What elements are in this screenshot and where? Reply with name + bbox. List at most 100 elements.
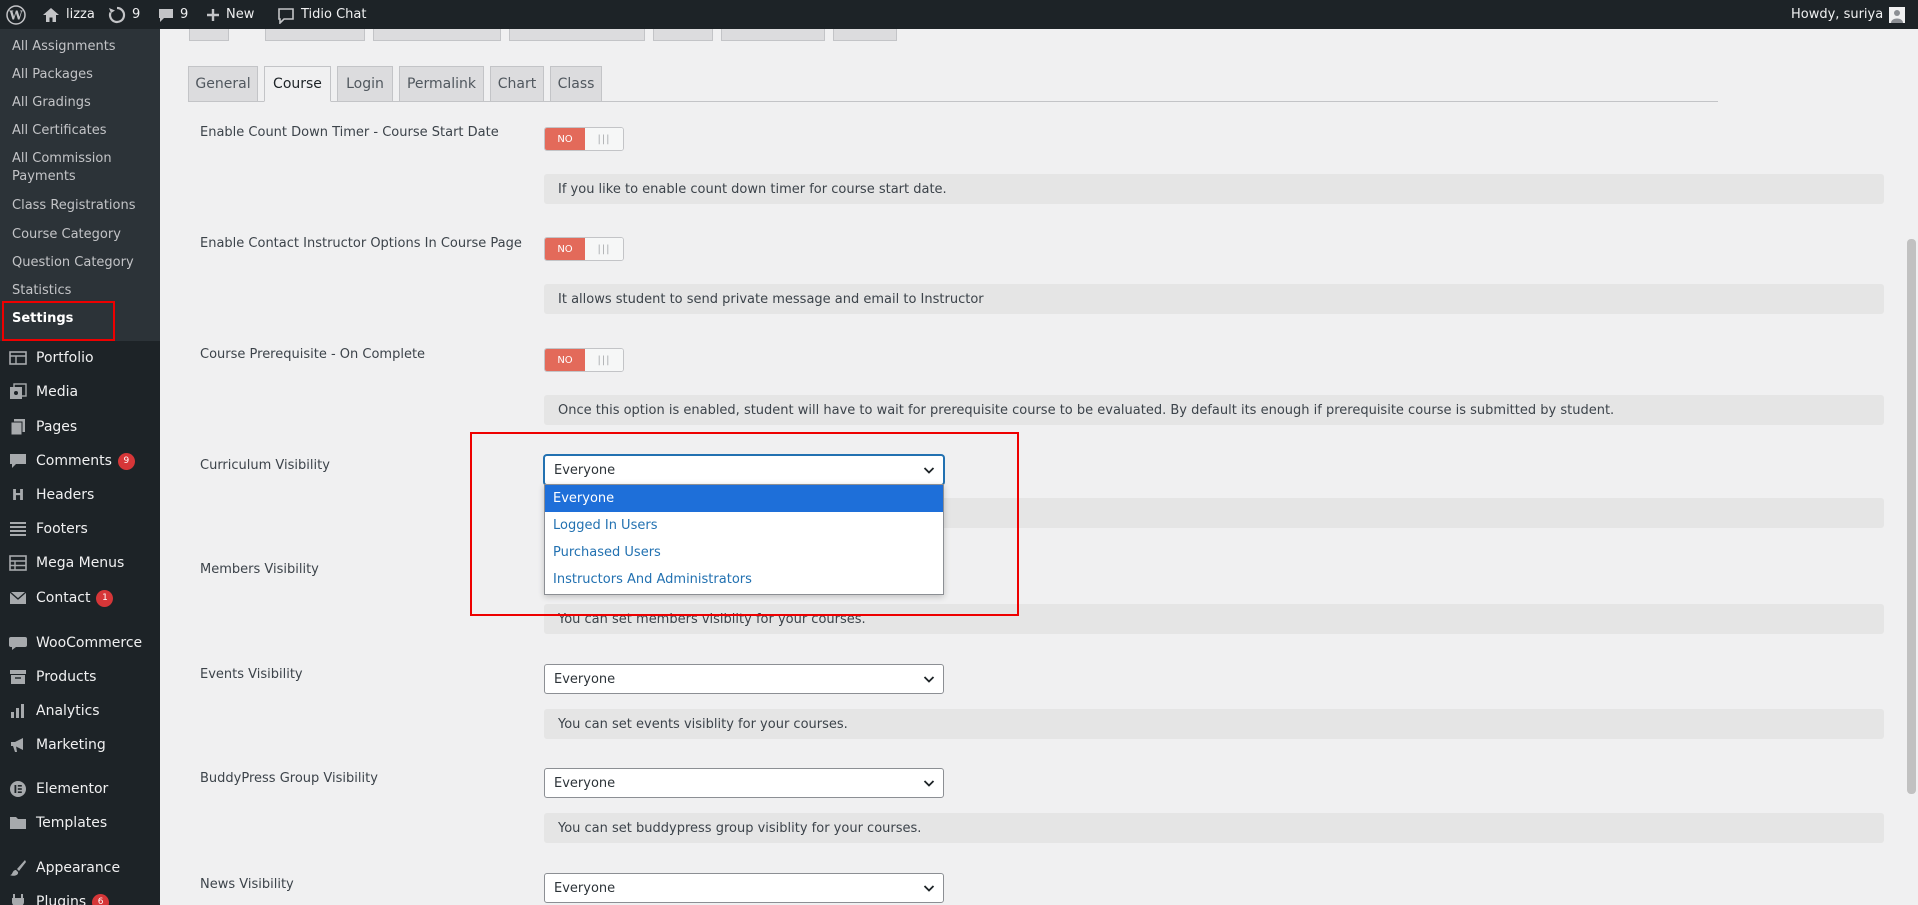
submenu-all-commission-payments[interactable]: All Commission Payments xyxy=(12,150,122,186)
tab-class[interactable]: Class xyxy=(550,66,602,102)
tab-login[interactable]: Login xyxy=(337,66,393,102)
prerequisite-description: Once this option is enabled, student wil… xyxy=(544,395,1884,425)
megaphone-icon xyxy=(8,735,28,755)
submenu-all-gradings[interactable]: All Gradings xyxy=(12,94,152,112)
site-name: lizza xyxy=(66,7,95,22)
news-selected-value: Everyone xyxy=(554,880,616,896)
submenu-course-category[interactable]: Course Category xyxy=(12,226,152,244)
curriculum-visibility-options: Everyone Logged In Users Purchased Users… xyxy=(544,484,944,595)
main-content xyxy=(160,29,1918,905)
option-everyone[interactable]: Everyone xyxy=(545,485,943,512)
submenu-all-assignments[interactable]: All Assignments xyxy=(12,38,152,56)
menu-footers[interactable]: Footers xyxy=(0,512,160,546)
buddypress-visibility-label: BuddyPress Group Visibility xyxy=(200,771,378,786)
woocommerce-icon xyxy=(8,633,28,653)
bar-chart-icon xyxy=(8,701,28,721)
submenu-class-registrations[interactable]: Class Registrations xyxy=(12,197,152,215)
comments-count: 9 xyxy=(180,7,189,22)
headers-icon: H xyxy=(11,486,25,504)
news-visibility-select[interactable]: Everyone xyxy=(544,873,944,903)
menu-separator xyxy=(0,766,160,767)
members-visibility-label: Members Visibility xyxy=(200,562,319,577)
submenu-all-certificates[interactable]: All Certificates xyxy=(12,122,152,140)
comments-link[interactable]: 9 xyxy=(158,0,188,29)
site-name-link[interactable]: lizza xyxy=(42,0,95,29)
new-label: New xyxy=(226,7,255,22)
events-visibility-select[interactable]: Everyone xyxy=(544,664,944,694)
portfolio-icon xyxy=(8,348,28,368)
upper-tab-fragment[interactable] xyxy=(265,29,365,41)
menu-comments[interactable]: Comments 9 xyxy=(0,444,160,478)
upper-tab-fragment[interactable] xyxy=(189,29,229,41)
menu-woocommerce[interactable]: WooCommerce xyxy=(0,626,160,660)
menu-analytics-label: Analytics xyxy=(36,703,100,719)
page-scrollbar[interactable] xyxy=(1905,29,1918,905)
menu-analytics[interactable]: Analytics xyxy=(0,694,160,728)
chevron-down-icon xyxy=(923,673,935,689)
menu-portfolio[interactable]: Portfolio xyxy=(0,341,160,375)
menu-templates[interactable]: Templates xyxy=(0,806,160,840)
menu-plugins-label: Plugins xyxy=(36,894,87,905)
upper-tab-fragment[interactable] xyxy=(509,29,645,41)
footers-icon xyxy=(8,519,28,539)
option-purchased-users[interactable]: Purchased Users xyxy=(545,539,943,566)
prerequisite-label: Course Prerequisite - On Complete xyxy=(200,347,426,362)
menu-products[interactable]: Products xyxy=(0,660,160,694)
admin-bar: W lizza 9 9 New Tidio Chat Howdy, suriya xyxy=(0,0,1918,29)
submenu-settings[interactable]: Settings xyxy=(12,310,152,328)
wordpress-logo-icon[interactable]: W xyxy=(6,0,26,29)
menu-mega-menus[interactable]: Mega Menus xyxy=(0,546,160,580)
tab-general[interactable]: General xyxy=(188,66,258,102)
menu-pages[interactable]: Pages xyxy=(0,410,160,444)
media-icon xyxy=(8,382,28,402)
countdown-timer-toggle[interactable]: NO ||| xyxy=(544,127,624,151)
chevron-down-icon xyxy=(923,777,935,793)
menu-contact[interactable]: Contact 1 xyxy=(0,581,160,615)
menu-elementor[interactable]: Elementor xyxy=(0,772,160,806)
buddypress-selected-value: Everyone xyxy=(554,775,616,791)
curriculum-visibility-select[interactable]: Everyone xyxy=(544,455,944,485)
paintbrush-icon xyxy=(8,858,28,878)
toggle-grip-icon: ||| xyxy=(585,349,623,371)
option-instructors-and-administrators[interactable]: Instructors And Administrators xyxy=(545,566,943,593)
members-visibility-description: You can set members visiblity for your c… xyxy=(544,604,1884,634)
account-menu[interactable]: Howdy, suriya xyxy=(1791,0,1906,29)
envelope-icon xyxy=(8,588,28,608)
contact-instructor-description: It allows student to send private messag… xyxy=(544,284,1884,314)
submenu-statistics[interactable]: Statistics xyxy=(12,282,152,300)
prerequisite-toggle[interactable]: NO ||| xyxy=(544,348,624,372)
comments-icon xyxy=(8,451,28,471)
new-content-link[interactable]: New xyxy=(206,0,254,29)
tab-chart[interactable]: Chart xyxy=(490,66,544,102)
menu-marketing[interactable]: Marketing xyxy=(0,728,160,762)
tab-permalink[interactable]: Permalink xyxy=(399,66,484,102)
countdown-timer-description: If you like to enable count down timer f… xyxy=(544,174,1884,204)
menu-footers-label: Footers xyxy=(36,521,88,537)
toggle-state-text: NO xyxy=(545,128,585,150)
scrollbar-thumb[interactable] xyxy=(1907,239,1916,794)
menu-plugins[interactable]: Plugins 6 xyxy=(0,885,160,905)
tidio-chat-link[interactable]: Tidio Chat xyxy=(277,0,366,29)
menu-media[interactable]: Media xyxy=(0,375,160,409)
upper-tab-fragment[interactable] xyxy=(721,29,825,41)
toggle-state-text: NO xyxy=(545,349,585,371)
comments-badge: 9 xyxy=(117,452,135,470)
contact-instructor-toggle[interactable]: NO ||| xyxy=(544,237,624,261)
avatar xyxy=(1889,6,1906,23)
buddypress-visibility-select[interactable]: Everyone xyxy=(544,768,944,798)
submenu-question-category[interactable]: Question Category xyxy=(12,254,152,272)
upper-tab-fragment[interactable] xyxy=(833,29,897,41)
menu-headers[interactable]: H Headers xyxy=(0,478,160,512)
upper-tab-fragment[interactable] xyxy=(373,29,501,41)
option-logged-in-users[interactable]: Logged In Users xyxy=(545,512,943,539)
menu-comments-label: Comments xyxy=(36,453,112,469)
updates-link[interactable]: 9 xyxy=(108,0,140,29)
submenu-all-packages[interactable]: All Packages xyxy=(12,66,152,84)
menu-pages-label: Pages xyxy=(36,419,78,435)
chevron-down-icon xyxy=(923,464,935,480)
upper-tab-fragment[interactable] xyxy=(653,29,713,41)
plus-icon xyxy=(206,8,220,22)
menu-appearance[interactable]: Appearance xyxy=(0,851,160,885)
tab-course[interactable]: Course xyxy=(264,66,331,102)
menu-templates-label: Templates xyxy=(36,815,108,831)
